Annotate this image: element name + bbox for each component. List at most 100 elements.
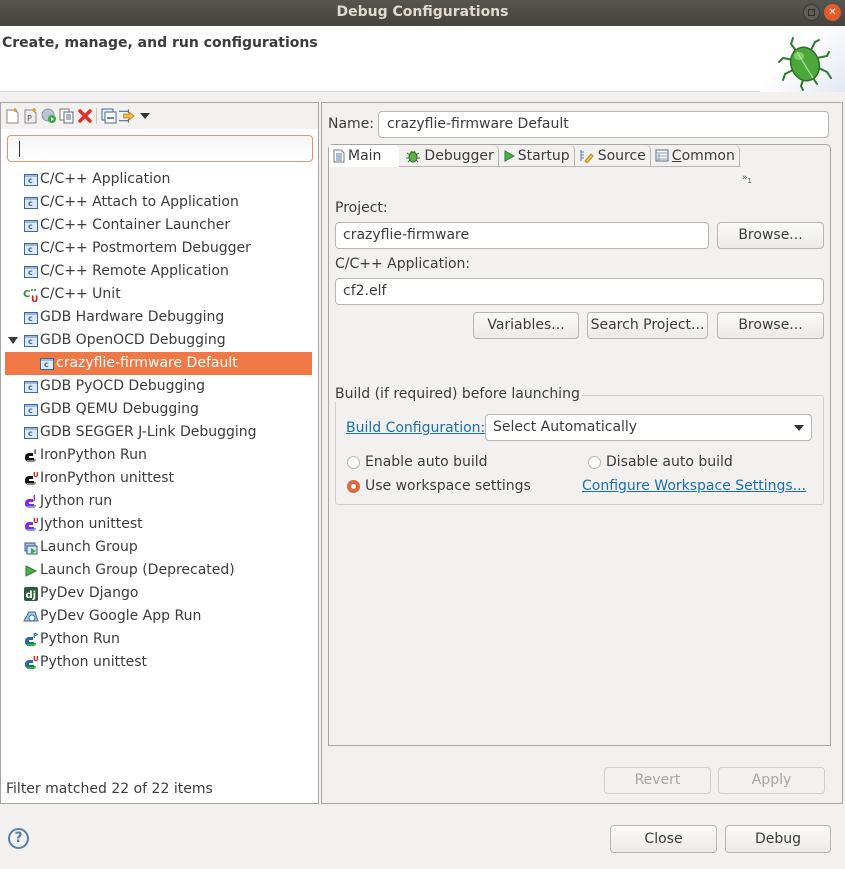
tree-item-cpp-unit[interactable]: CU C/C++ Unit bbox=[1, 283, 318, 306]
radio-label: Enable auto build bbox=[365, 454, 488, 470]
tree-item-gdb-qemu[interactable]: c GDB QEMU Debugging bbox=[1, 398, 318, 421]
svg-text:P: P bbox=[27, 114, 32, 123]
application-input[interactable]: cf2.elf bbox=[335, 278, 824, 305]
tree-item-launch-group[interactable]: Launch Group bbox=[1, 536, 318, 559]
collapse-all-icon[interactable] bbox=[100, 108, 117, 125]
delete-icon[interactable] bbox=[76, 108, 93, 125]
close-button[interactable]: Close bbox=[610, 825, 717, 853]
tree-item-cpp-remote[interactable]: c C/C++ Remote Application bbox=[1, 260, 318, 283]
project-input[interactable]: crazyflie-firmware bbox=[335, 222, 709, 249]
c-app-icon: c bbox=[39, 356, 55, 372]
browse-project-button[interactable]: Browse... bbox=[717, 222, 824, 249]
tree-item-gdb-hardware[interactable]: c GDB Hardware Debugging bbox=[1, 306, 318, 329]
tree-item-label: crazyflie-firmware Default bbox=[56, 355, 238, 371]
tree-item-pydev-django[interactable]: dj PyDev Django bbox=[1, 582, 318, 605]
tree-item-cpp-container-launcher[interactable]: c C/C++ Container Launcher bbox=[1, 214, 318, 237]
browse-application-button[interactable]: Browse... bbox=[717, 312, 824, 339]
close-icon[interactable]: ✕ bbox=[824, 4, 841, 21]
tab-label: Common bbox=[671, 147, 735, 164]
variables-button[interactable]: Variables... bbox=[473, 312, 579, 339]
tree-item-cpp-application[interactable]: c C/C++ Application bbox=[1, 168, 318, 191]
duplicate-icon[interactable] bbox=[58, 108, 75, 125]
svg-text:U: U bbox=[33, 517, 39, 525]
tab-source[interactable]: Source bbox=[574, 145, 651, 167]
tree-item-label: GDB SEGGER J-Link Debugging bbox=[40, 424, 257, 440]
disable-auto-build-radio[interactable]: Disable auto build bbox=[588, 454, 733, 470]
revert-button[interactable]: Revert bbox=[604, 767, 711, 794]
name-input[interactable]: crazyflie-firmware Default bbox=[378, 111, 829, 138]
tree-item-pydev-google-app-run[interactable]: PyDev Google App Run bbox=[1, 605, 318, 628]
tree-item-python-run[interactable]: P Python Run bbox=[1, 628, 318, 651]
build-configuration-select[interactable]: Select Automatically bbox=[485, 414, 812, 441]
radio-indicator bbox=[347, 455, 360, 469]
c-app-icon: c bbox=[23, 425, 39, 441]
tree-item-gdb-segger[interactable]: c GDB SEGGER J-Link Debugging bbox=[1, 421, 318, 444]
svg-text:U: U bbox=[33, 655, 39, 663]
tree-item-label: PyDev Django bbox=[40, 585, 139, 601]
ironpython-icon: I bbox=[23, 448, 39, 464]
tree-item-cpp-attach[interactable]: c C/C++ Attach to Application bbox=[1, 191, 318, 214]
radio-label: Disable auto build bbox=[606, 454, 733, 470]
tree-item-python-unittest[interactable]: U Python unittest bbox=[1, 651, 318, 674]
export-icon[interactable] bbox=[40, 108, 57, 125]
configuration-tree-panel: P c C/C++ Application c C/C++ Attach to … bbox=[0, 102, 319, 804]
configuration-tree: c C/C++ Application c C/C++ Attach to Ap… bbox=[1, 168, 318, 674]
filter-status: Filter matched 22 of 22 items bbox=[6, 781, 213, 797]
svg-text:U: U bbox=[31, 295, 38, 303]
new-prototype-icon[interactable]: P bbox=[22, 108, 39, 125]
tree-item-label: GDB QEMU Debugging bbox=[40, 401, 199, 417]
tree-item-label: C/C++ Container Launcher bbox=[40, 217, 231, 233]
apply-button[interactable]: Apply bbox=[718, 767, 825, 794]
launch-group-icon bbox=[23, 540, 39, 556]
tab-startup[interactable]: Startup bbox=[498, 145, 575, 167]
tree-item-crazyflie-firmware-default[interactable]: c crazyflie-firmware Default bbox=[5, 352, 312, 375]
tree-item-jython-unittest[interactable]: U Jython unittest bbox=[1, 513, 318, 536]
radio-indicator-selected bbox=[347, 479, 360, 493]
filter-input-wrapper[interactable] bbox=[7, 135, 313, 162]
tree-item-label: GDB OpenOCD Debugging bbox=[40, 332, 226, 348]
dialog-header: Create, manage, and run configurations bbox=[0, 26, 845, 92]
build-configuration-link[interactable]: Build Configuration: bbox=[346, 420, 485, 436]
c-app-icon: c bbox=[23, 379, 39, 395]
python-icon: P bbox=[23, 632, 39, 648]
c-app-icon: c bbox=[23, 402, 39, 418]
search-project-button[interactable]: Search Project... bbox=[587, 312, 708, 339]
maximize-icon[interactable] bbox=[803, 4, 820, 21]
tab-debugger[interactable]: Debugger bbox=[399, 145, 499, 167]
tree-item-cpp-postmortem[interactable]: c C/C++ Postmortem Debugger bbox=[1, 237, 318, 260]
c-unit-icon: CU bbox=[23, 287, 39, 303]
svg-text:U: U bbox=[33, 471, 39, 479]
debug-button[interactable]: Debug bbox=[725, 825, 831, 853]
help-icon[interactable]: ? bbox=[8, 828, 29, 849]
window-titlebar: Debug Configurations ✕ bbox=[0, 0, 845, 26]
new-config-icon[interactable] bbox=[4, 108, 21, 125]
tree-item-label: Python Run bbox=[40, 631, 120, 647]
tab-bar: Main Debugger Startup Source Common bbox=[329, 145, 740, 167]
text-cursor bbox=[19, 141, 20, 157]
chevron-down-icon[interactable] bbox=[136, 108, 153, 125]
tab-main[interactable]: Main bbox=[329, 145, 400, 167]
source-icon bbox=[580, 149, 594, 163]
expand-arrow-icon[interactable] bbox=[8, 337, 18, 344]
document-icon bbox=[333, 149, 345, 163]
tree-item-ironpython-run[interactable]: I IronPython Run bbox=[1, 444, 318, 467]
filter-input[interactable] bbox=[8, 136, 312, 161]
build-configuration-value: Select Automatically bbox=[493, 419, 638, 435]
tab-overflow-button[interactable]: »1 bbox=[742, 173, 752, 185]
use-workspace-settings-radio[interactable]: Use workspace settings bbox=[347, 478, 531, 494]
tree-item-gdb-openocd[interactable]: c GDB OpenOCD Debugging bbox=[1, 329, 318, 352]
filter-icon[interactable] bbox=[118, 108, 135, 125]
config-tabs: Main Debugger Startup Source Common »1 P… bbox=[328, 144, 831, 746]
tree-item-launch-group-deprecated[interactable]: Launch Group (Deprecated) bbox=[1, 559, 318, 582]
svg-text:dj: dj bbox=[26, 590, 37, 601]
tree-item-jython-run[interactable]: J Jython run bbox=[1, 490, 318, 513]
bug-icon bbox=[778, 37, 832, 91]
tab-common[interactable]: Common bbox=[650, 145, 740, 167]
tree-item-ironpython-unittest[interactable]: U IronPython unittest bbox=[1, 467, 318, 490]
python-unittest-icon: U bbox=[23, 655, 39, 671]
tree-item-gdb-pyocd[interactable]: c GDB PyOCD Debugging bbox=[1, 375, 318, 398]
play-icon bbox=[23, 563, 39, 579]
configure-workspace-settings-link[interactable]: Configure Workspace Settings... bbox=[582, 478, 806, 494]
svg-text:J: J bbox=[32, 494, 36, 502]
enable-auto-build-radio[interactable]: Enable auto build bbox=[347, 454, 488, 470]
